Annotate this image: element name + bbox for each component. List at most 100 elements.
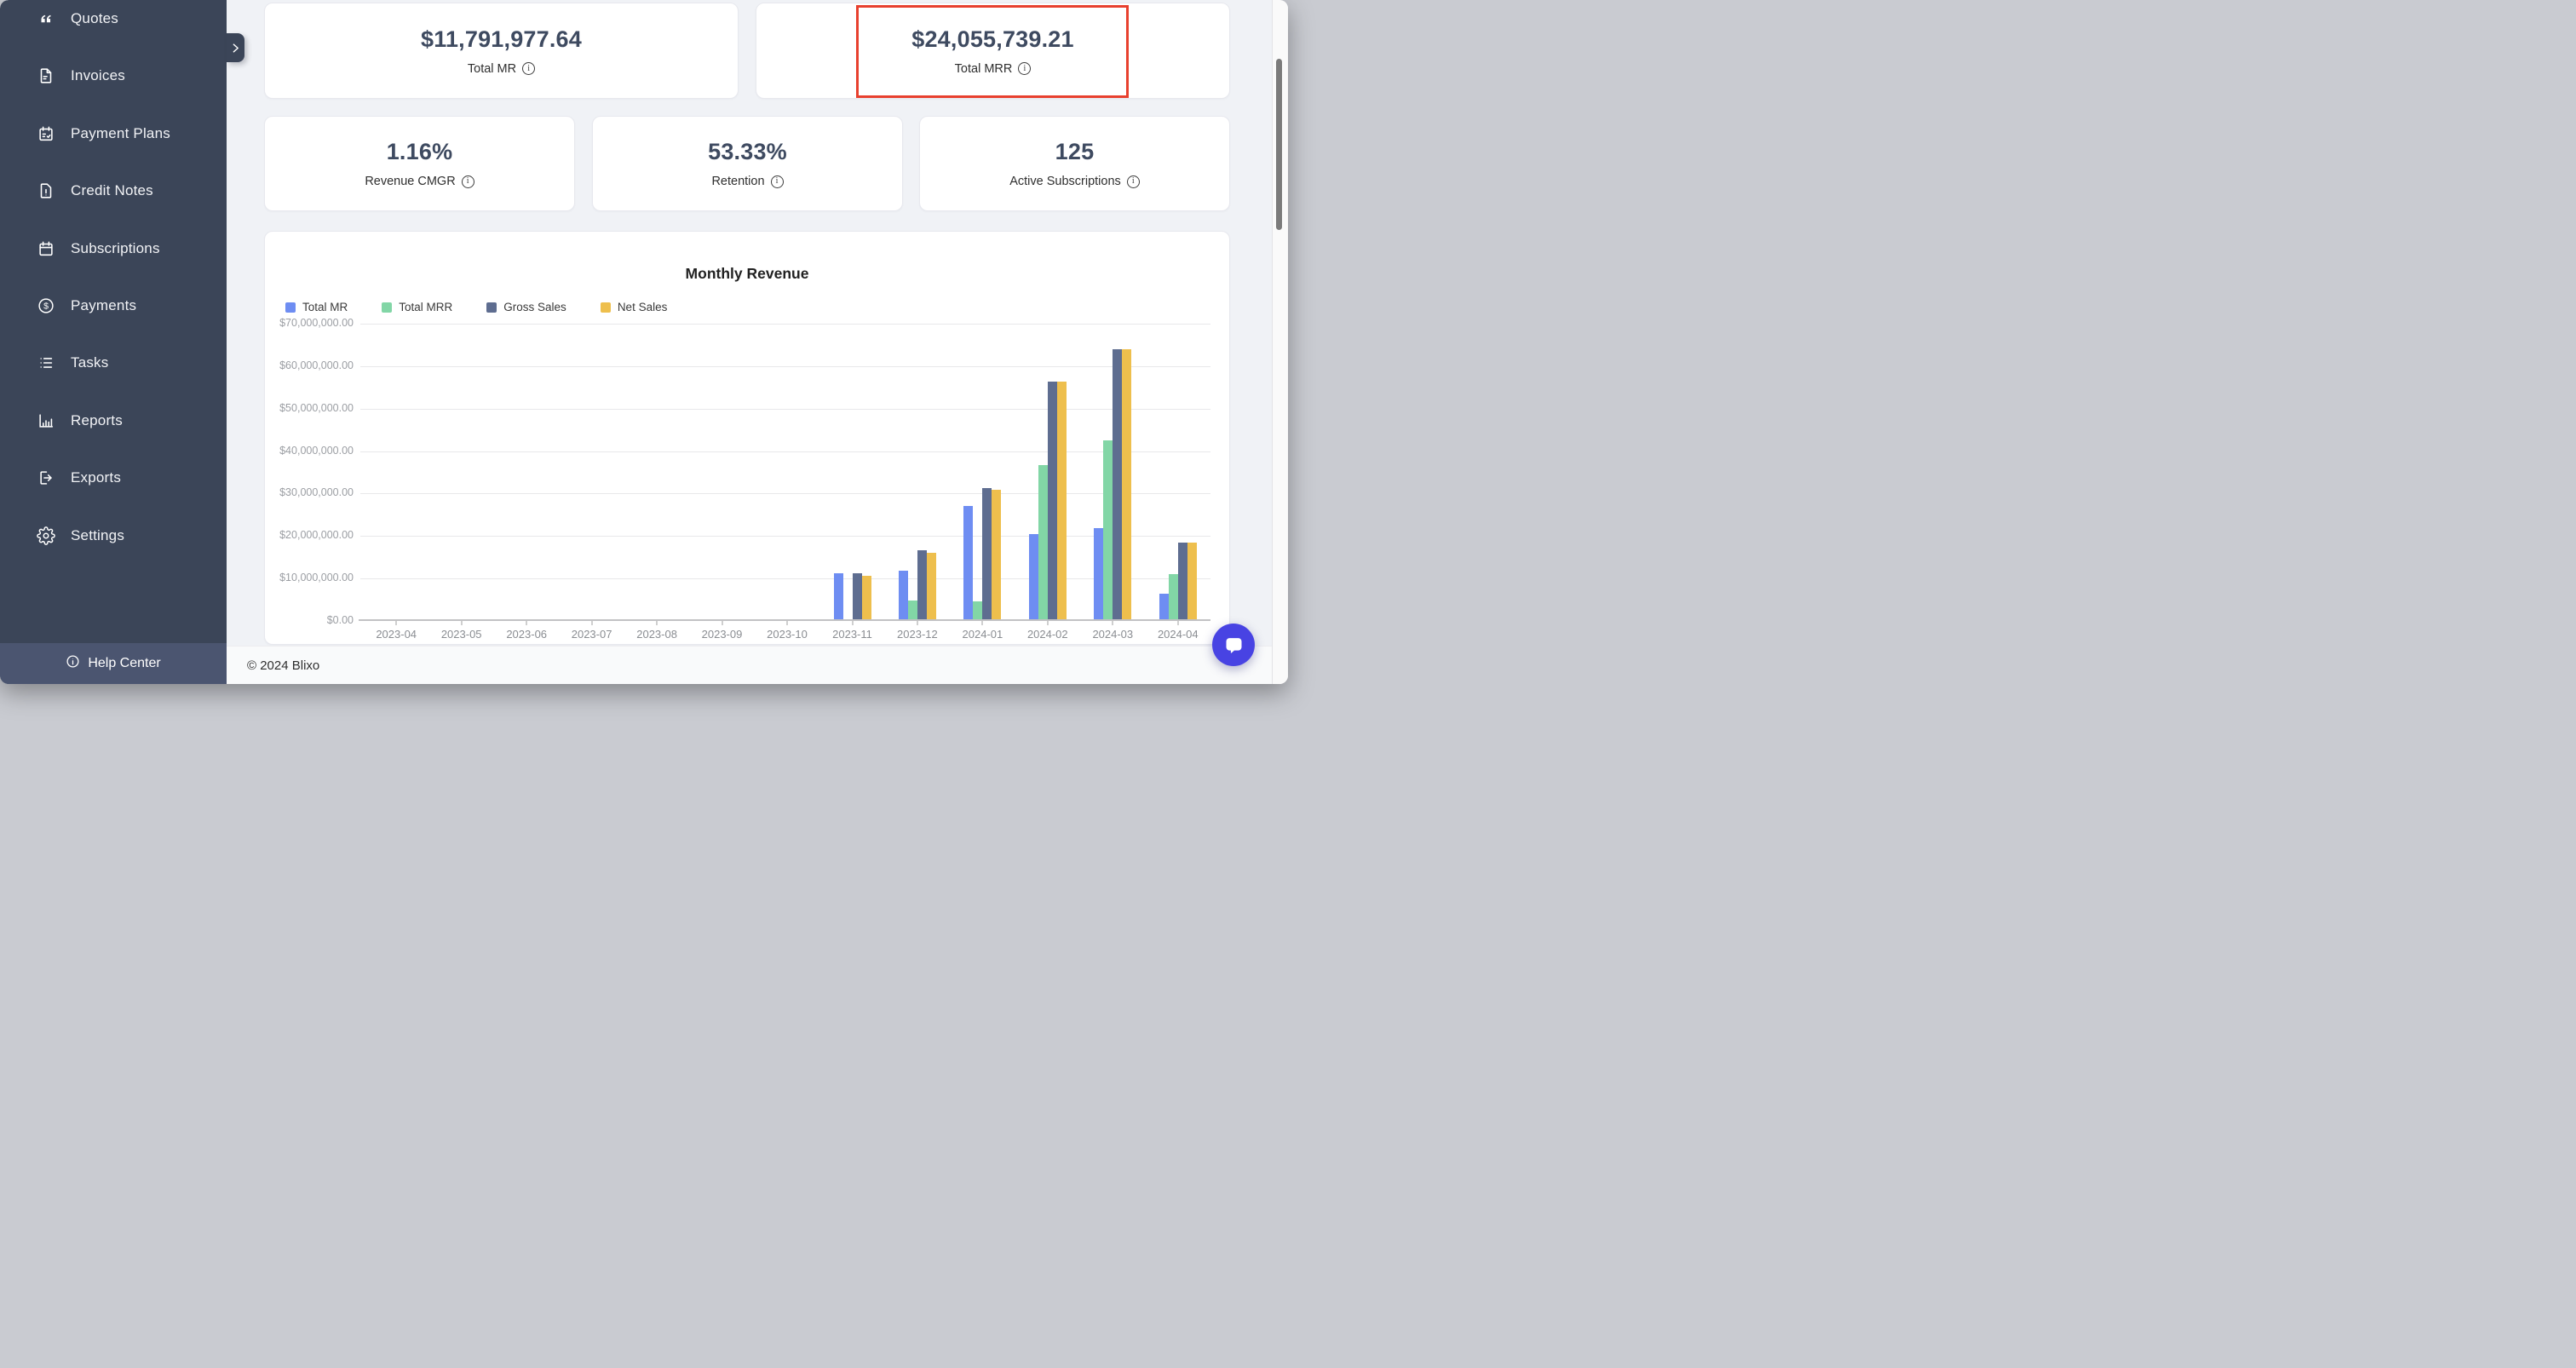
payment-plans-icon bbox=[36, 124, 56, 144]
bar-gross-sales-2024-02[interactable] bbox=[1047, 381, 1057, 619]
x-axis-tick bbox=[590, 621, 593, 625]
chevron-right-icon bbox=[230, 43, 241, 54]
bar-total-mrr-2024-03[interactable] bbox=[1103, 440, 1113, 619]
y-axis-tick-label: $60,000,000.00 bbox=[279, 359, 354, 371]
task-list-icon bbox=[36, 353, 56, 373]
legend-item-net-sales[interactable]: Net Sales bbox=[600, 301, 668, 313]
chart-legend: Total MR Total MRR Gross Sales Net Sales bbox=[285, 301, 667, 313]
gear-icon bbox=[36, 526, 56, 546]
sidebar-item-exports[interactable]: Exports bbox=[0, 459, 227, 497]
bar-total-mrr-2024-01[interactable] bbox=[973, 601, 983, 619]
bar-gross-sales-2024-04[interactable] bbox=[1177, 542, 1187, 619]
y-axis-tick-label: $10,000,000.00 bbox=[279, 572, 354, 584]
stat-card-active-subscriptions: 125 Active Subscriptions i bbox=[919, 116, 1230, 211]
legend-label: Net Sales bbox=[617, 301, 668, 313]
bar-net-sales-2023-12[interactable] bbox=[926, 553, 936, 619]
x-axis-line bbox=[359, 619, 1210, 621]
legend-swatch bbox=[285, 302, 296, 313]
stat-label-text: Active Subscriptions bbox=[1009, 175, 1121, 188]
sidebar-item-help-center[interactable]: Help Center bbox=[0, 643, 227, 684]
sidebar: Quotes Invoices Payment Plans Credit Notes S… bbox=[0, 0, 227, 684]
bar-total-mr-2024-03[interactable] bbox=[1094, 527, 1104, 619]
monthly-revenue-chart-card: Monthly Revenue Total MR Total MRR Gross S… bbox=[264, 231, 1230, 645]
bar-total-mrr-2023-12[interactable] bbox=[907, 600, 917, 619]
x-axis-tick bbox=[656, 621, 658, 625]
info-icon[interactable]: i bbox=[461, 175, 474, 188]
main-content: $11,791,977.64 Total MR i $24,055,739.21… bbox=[227, 0, 1288, 684]
legend-item-gross-sales[interactable]: Gross Sales bbox=[486, 301, 566, 313]
credit-note-icon bbox=[36, 181, 56, 201]
info-icon[interactable]: i bbox=[1018, 62, 1032, 75]
bar-total-mr-2024-01[interactable] bbox=[963, 506, 974, 619]
gridline bbox=[360, 365, 1210, 367]
y-axis-tick-label: $40,000,000.00 bbox=[279, 444, 354, 457]
sidebar-item-subscriptions[interactable]: Subscriptions bbox=[0, 230, 227, 267]
stat-value-total-mrr: $24,055,739.21 bbox=[911, 26, 1074, 52]
info-icon[interactable]: i bbox=[1126, 175, 1140, 188]
stat-label-text: Total MR bbox=[467, 61, 517, 76]
sidebar-item-label: Reports bbox=[71, 412, 123, 428]
scrollbar-track[interactable] bbox=[1272, 0, 1288, 684]
help-center-label: Help Center bbox=[88, 656, 161, 670]
bar-total-mr-2024-04[interactable] bbox=[1159, 593, 1169, 619]
stat-label-revenue-cmgr: Revenue CMGR i bbox=[365, 175, 474, 188]
chart-title: Monthly Revenue bbox=[685, 265, 809, 282]
sidebar-item-label: Tasks bbox=[71, 354, 109, 371]
sidebar-item-label: Subscriptions bbox=[71, 240, 160, 256]
stat-label-total-mr: Total MR i bbox=[467, 61, 536, 76]
bar-gross-sales-2024-01[interactable] bbox=[982, 488, 992, 619]
chart-plot-area bbox=[359, 324, 1210, 625]
info-icon[interactable]: i bbox=[770, 175, 784, 188]
bar-chart-icon bbox=[36, 411, 56, 431]
legend-swatch bbox=[600, 302, 611, 313]
stat-value-revenue-cmgr: 1.16% bbox=[386, 139, 453, 164]
stat-card-retention: 53.33% Retention i bbox=[592, 116, 903, 211]
bar-gross-sales-2024-03[interactable] bbox=[1113, 349, 1123, 619]
gridline bbox=[360, 493, 1210, 495]
stat-value-active-subscriptions: 125 bbox=[1055, 139, 1095, 164]
bar-gross-sales-2023-11[interactable] bbox=[852, 572, 862, 619]
sidebar-item-quotes[interactable]: Quotes bbox=[0, 0, 227, 37]
bar-total-mrr-2024-02[interactable] bbox=[1038, 465, 1048, 619]
info-icon bbox=[66, 654, 80, 673]
bar-net-sales-2024-03[interactable] bbox=[1122, 349, 1132, 619]
bar-total-mrr-2024-04[interactable] bbox=[1168, 574, 1178, 619]
legend-item-total-mr[interactable]: Total MR bbox=[285, 301, 348, 313]
legend-item-total-mrr[interactable]: Total MRR bbox=[382, 301, 452, 313]
bar-net-sales-2024-01[interactable] bbox=[992, 490, 1002, 619]
bar-net-sales-2023-11[interactable] bbox=[861, 575, 871, 619]
bar-total-mr-2023-11[interactable] bbox=[833, 572, 843, 619]
stat-label-retention: Retention i bbox=[711, 175, 784, 188]
sidebar-item-credit-notes[interactable]: Credit Notes bbox=[0, 172, 227, 210]
chat-widget-button[interactable] bbox=[1212, 624, 1255, 666]
legend-label: Total MR bbox=[302, 301, 348, 313]
stat-card-total-mr: $11,791,977.64 Total MR i bbox=[264, 3, 739, 99]
stat-label-total-mrr: Total MRR i bbox=[955, 62, 1032, 76]
info-icon[interactable]: i bbox=[522, 62, 536, 75]
stat-value-total-mr: $11,791,977.64 bbox=[421, 26, 582, 52]
stat-card-revenue-cmgr: 1.16% Revenue CMGR i bbox=[264, 116, 575, 211]
sidebar-item-reports[interactable]: Reports bbox=[0, 402, 227, 440]
sidebar-item-payments[interactable]: $ Payments bbox=[0, 287, 227, 325]
copyright-text: © 2024 Blixo bbox=[247, 658, 320, 673]
gridline bbox=[360, 408, 1210, 410]
sidebar-item-tasks[interactable]: Tasks bbox=[0, 344, 227, 382]
stat-value-retention: 53.33% bbox=[708, 139, 787, 164]
y-axis-tick-label: $50,000,000.00 bbox=[279, 401, 354, 414]
sidebar-item-label: Invoices bbox=[71, 67, 125, 83]
gridline bbox=[360, 451, 1210, 452]
bar-net-sales-2024-02[interactable] bbox=[1056, 382, 1067, 619]
sidebar-item-invoices[interactable]: Invoices bbox=[0, 57, 227, 95]
sidebar-collapse-button[interactable] bbox=[227, 33, 244, 62]
x-axis-tick bbox=[981, 621, 984, 625]
sidebar-item-settings[interactable]: Settings bbox=[0, 517, 227, 555]
legend-swatch bbox=[486, 302, 497, 313]
bar-total-mr-2023-12[interactable] bbox=[898, 570, 908, 619]
footer: © 2024 Blixo bbox=[227, 646, 1272, 684]
sidebar-item-payment-plans[interactable]: Payment Plans bbox=[0, 115, 227, 152]
bar-gross-sales-2023-12[interactable] bbox=[917, 549, 927, 619]
scrollbar-thumb[interactable] bbox=[1276, 59, 1282, 230]
sidebar-item-label: Exports bbox=[71, 469, 122, 486]
bar-total-mr-2024-02[interactable] bbox=[1028, 534, 1038, 619]
bar-net-sales-2024-04[interactable] bbox=[1187, 542, 1197, 619]
